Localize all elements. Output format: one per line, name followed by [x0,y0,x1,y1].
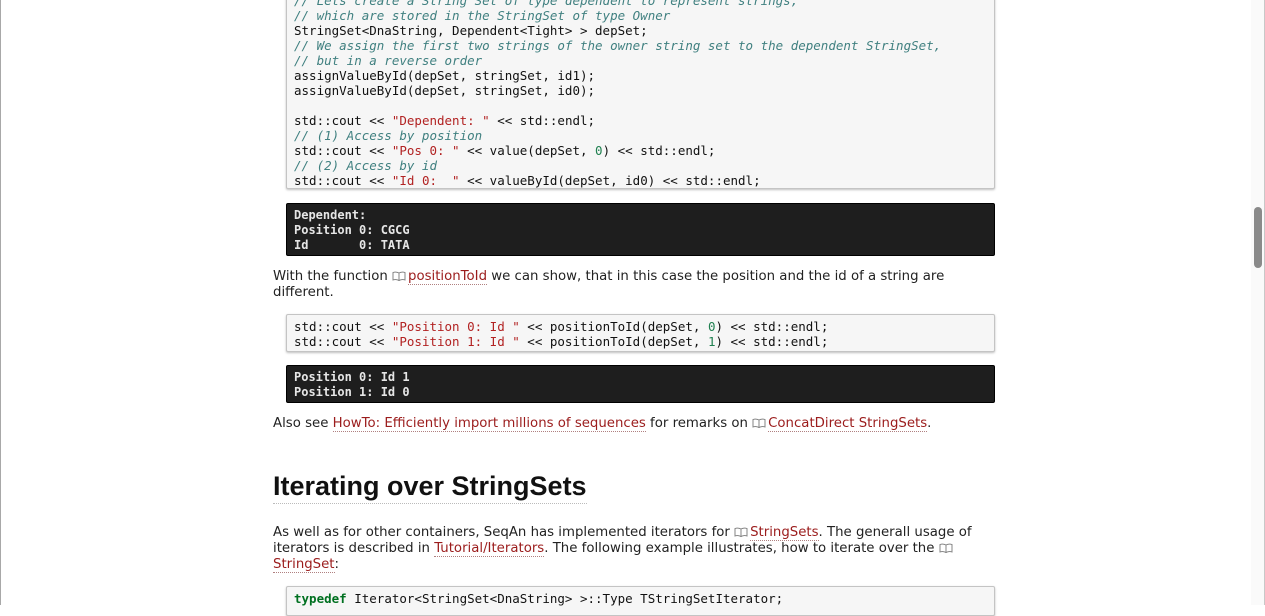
code-token: << std::endl; [489,113,596,128]
code-line: assignValueById(depSet, stringSet, id0); [294,83,994,98]
code-line: // but in a reverse order [294,53,994,68]
code-token: ) << std::endl; [715,334,829,349]
paragraph-iterators: As well as for other containers, SeqAn h… [273,525,972,573]
link-howto-import-sequences[interactable]: HowTo: Efficiently import millions of se… [332,416,646,432]
book-icon [752,417,766,429]
link-stringsets[interactable]: StringSets [750,525,819,541]
vertical-scrollbar-thumb[interactable] [1254,207,1262,268]
code-line: std::cout << "Dependent: " << std::endl; [294,113,994,128]
code-token: << positionToId(depSet, [519,334,708,349]
output-line: Position 0: Id 1 [294,370,410,384]
code-line: // We assign the first two strings of th… [294,38,994,53]
code-block-position-to-id: std::cout << "Position 0: Id " << positi… [286,314,995,352]
code-token: std::cout << [294,334,392,349]
code-token: // (1) Access by position [294,128,483,143]
output-block-dependent: Dependent: Position 0: CGCG Id 0: TATA [286,203,995,256]
vertical-scrollbar-track[interactable] [1251,0,1264,605]
output-line: Id 0: TATA [294,238,410,252]
code-line: // which are stored in the StringSet of … [294,8,994,23]
link-concatdirect-stringsets[interactable]: ConcatDirect StringSets [768,416,928,432]
code-token: ) << std::endl; [715,319,829,334]
code-block-dependent-stringset: // Lets create a String Set of type depe… [286,0,995,189]
code-token: std::cout << [294,143,392,158]
code-token: << value(depSet, [459,143,596,158]
book-icon [392,270,406,282]
code-token: std::cout << [294,319,392,334]
code-line: typedef Iterator<StringSet<DnaString> >:… [294,591,994,606]
section-heading-iterating: Iterating over StringSets [273,470,587,504]
code-line: std::cout << "Pos 0: " << value(depSet, … [294,143,994,158]
code-line: std::cout << "Position 1: Id " << positi… [294,334,994,349]
code-token: << positionToId(depSet, [519,319,708,334]
code-token: "Dependent: " [391,113,490,128]
link-position-to-id[interactable]: positionToId [408,269,488,285]
code-line: // Lets create a String Set of type depe… [294,0,994,8]
link-stringset[interactable]: StringSet [273,557,335,573]
code-token: StringSet<DnaString, Dependent<Tight> > … [294,23,648,38]
code-token: // (2) Access by id [294,158,437,173]
code-line: assignValueById(depSet, stringSet, id1); [294,68,994,83]
code-token: typedef [294,591,347,606]
code-token: Iterator<StringSet<DnaString> >::Type TS… [346,591,784,606]
output-line: Position 0: CGCG [294,223,410,237]
code-token: std::cout << [294,173,392,188]
code-token: assignValueById(depSet, stringSet, id1); [294,68,596,83]
code-line: StringSet<DnaString, Dependent<Tight> > … [294,23,994,38]
code-token: << valueById(depSet, id0) << std::endl; [459,173,761,188]
paragraph-also-see: Also see HowTo: Efficiently import milli… [273,416,932,432]
book-icon [939,542,953,554]
code-token: std::cout << [294,113,392,128]
code-token: // but in a reverse order [294,53,483,68]
code-token: // We assign the first two strings of th… [294,38,942,53]
code-token: "Position 0: Id " [391,319,520,334]
book-icon [734,526,748,538]
code-block-iterator-typedef: typedef Iterator<StringSet<DnaString> >:… [286,586,995,616]
code-token: "Id 0: " [391,173,460,188]
code-line: std::cout << "Id 0: " << valueById(depSe… [294,173,994,188]
code-line: // (1) Access by position [294,128,994,143]
code-line: // (2) Access by id [294,158,994,173]
code-token: assignValueById(depSet, stringSet, id0); [294,83,596,98]
window-left-border [0,0,1,605]
paragraph-position-to-id: With the function positionToId we can sh… [273,269,945,300]
code-token: // Lets create a String Set of type depe… [294,0,799,8]
code-token: "Position 1: Id " [391,334,520,349]
link-tutorial-iterators[interactable]: Tutorial/Iterators [434,541,545,557]
code-token: ) << std::endl; [602,143,716,158]
code-token: 0 [595,143,603,158]
code-token: "Pos 0: " [391,143,460,158]
code-token: // which are stored in the StringSet of … [294,8,671,23]
code-line: std::cout << "Position 0: Id " << positi… [294,319,994,334]
output-block-position-to-id: Position 0: Id 1 Position 1: Id 0 [286,365,995,403]
output-line: Position 1: Id 0 [294,385,410,399]
output-line: Dependent: [294,208,367,222]
